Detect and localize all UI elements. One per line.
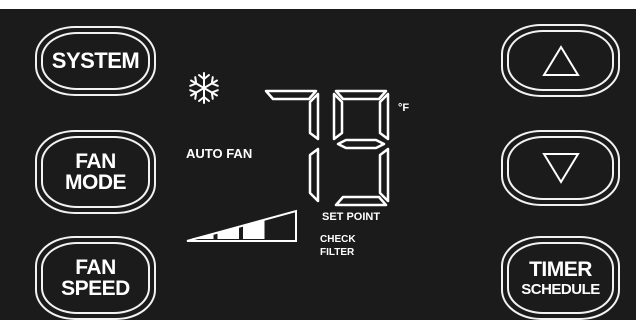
temperature-digits-graphic xyxy=(264,89,390,207)
timer-label: TIMER xyxy=(529,258,592,281)
timer-schedule-button[interactable]: TIMER SCHEDULE xyxy=(501,236,620,320)
fan-mode-line1: FAN xyxy=(75,150,116,173)
up-button[interactable] xyxy=(501,24,620,97)
fan-speed-bar xyxy=(192,233,214,239)
thermostat-panel: SYSTEM FAN MODE FAN SPEED TIMER SCHEDULE xyxy=(0,9,636,320)
temperature-unit: °F xyxy=(398,102,410,114)
fan-speed-button[interactable]: FAN SPEED xyxy=(35,236,156,320)
check-label: CHECK xyxy=(320,234,356,245)
fan-speed-button-label: FAN SPEED xyxy=(61,257,130,299)
timer-schedule-button-label: TIMER SCHEDULE xyxy=(521,259,600,297)
fan-speed-line1: FAN xyxy=(75,256,116,279)
snowflake-icon xyxy=(187,72,221,104)
up-arrow-icon xyxy=(541,44,580,76)
fan-mode-button[interactable]: FAN MODE xyxy=(35,130,156,214)
fan-mode-button-label: FAN MODE xyxy=(65,150,127,194)
schedule-label: SCHEDULE xyxy=(521,281,600,298)
down-arrow-icon xyxy=(541,153,580,184)
fan-speed-bar xyxy=(217,226,239,239)
system-button-label: SYSTEM xyxy=(51,48,140,73)
check-filter-label: CHECK FILTER xyxy=(320,233,356,259)
fan-speed-bar xyxy=(243,220,265,239)
fan-mode-line2: MODE xyxy=(65,171,127,194)
fan-speed-bars xyxy=(186,209,297,242)
set-point-label: SET POINT xyxy=(322,211,381,223)
fan-speed-line2: SPEED xyxy=(61,277,130,300)
filter-label: FILTER xyxy=(320,247,355,258)
down-button[interactable] xyxy=(501,130,620,206)
auto-fan-label: AUTO FAN xyxy=(186,146,253,161)
temperature-readout: 79 xyxy=(262,89,398,209)
system-button[interactable]: SYSTEM xyxy=(35,26,156,96)
